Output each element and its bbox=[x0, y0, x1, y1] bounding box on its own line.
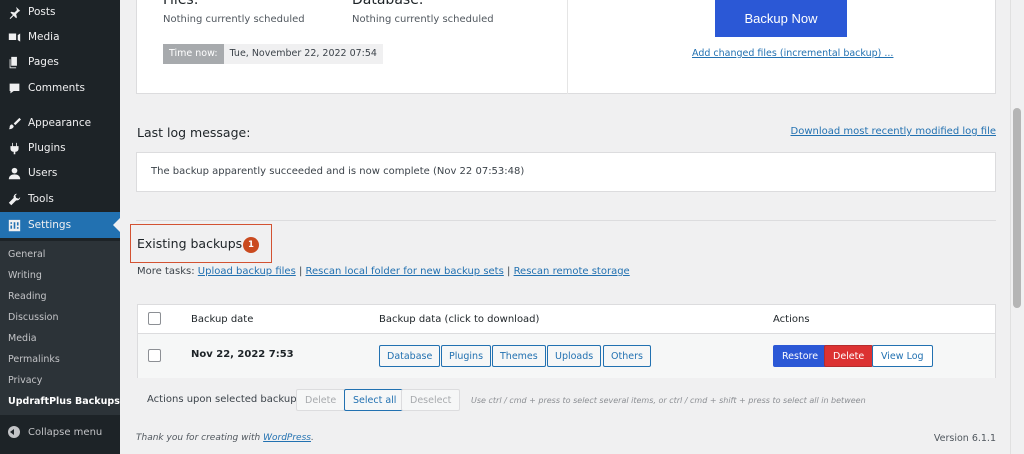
sidebar-item-label: Users bbox=[28, 167, 58, 179]
collapse-label: Collapse menu bbox=[28, 426, 103, 438]
scrollbar-thumb[interactable] bbox=[1013, 108, 1021, 308]
last-log-heading: Last log message: bbox=[137, 125, 251, 140]
wordpress-link[interactable]: WordPress bbox=[263, 433, 311, 443]
time-now: Time now: Tue, November 22, 2022 07:54 bbox=[163, 44, 383, 64]
database-heading: Database: bbox=[352, 0, 424, 8]
sidebar-item-plugins[interactable]: Plugins bbox=[0, 136, 120, 160]
restore-button[interactable]: Restore bbox=[773, 345, 828, 367]
footer-thanks-suffix: . bbox=[310, 433, 314, 443]
more-tasks: More tasks: Upload backup files | Rescan… bbox=[137, 266, 630, 277]
sidebar-item-settings[interactable]: Settings bbox=[0, 212, 120, 238]
selection-hint: Use ctrl / cmd + press to select several… bbox=[471, 396, 866, 405]
wrench-icon bbox=[6, 191, 22, 207]
plug-icon bbox=[6, 140, 22, 156]
brush-icon bbox=[6, 115, 22, 131]
sidebar-item-label: Media bbox=[28, 31, 60, 43]
existing-backups-highlight: Existing backups 1 bbox=[130, 224, 272, 263]
sidebar-item-label: Tools bbox=[28, 193, 54, 205]
sidebar-item-comments[interactable]: Comments bbox=[0, 76, 120, 100]
footer-thanks-prefix: Thank you for creating with bbox=[136, 433, 261, 443]
sidebar-item-label: Comments bbox=[28, 82, 85, 94]
submenu-general[interactable]: General bbox=[8, 249, 45, 260]
page-scrollbar[interactable] bbox=[1010, 0, 1024, 454]
sidebar-item-label: Posts bbox=[28, 6, 56, 18]
sidebar-item-posts[interactable]: Posts bbox=[0, 0, 120, 24]
download-others-button[interactable]: Others bbox=[603, 345, 651, 367]
wp-version: Version 6.1.1 bbox=[933, 433, 996, 444]
backup-now-button[interactable]: Backup Now bbox=[715, 0, 847, 37]
existing-backups-heading: Existing backups bbox=[137, 236, 243, 251]
schedule-card: Files: Nothing currently scheduled Datab… bbox=[136, 0, 996, 94]
rescan-local-link[interactable]: Rescan local folder for new backup sets bbox=[306, 266, 504, 277]
header-backup-data: Backup data (click to download) bbox=[379, 314, 540, 325]
table-row[interactable]: Nov 22, 2022 7:53 Database Plugins Theme… bbox=[138, 334, 995, 378]
settings-submenu: General Writing Reading Discussion Media… bbox=[0, 241, 120, 415]
separator: | bbox=[507, 266, 511, 277]
sidebar-item-media[interactable]: Media bbox=[0, 25, 120, 49]
settings-icon bbox=[6, 217, 22, 233]
log-message-box: The backup apparently succeeded and is n… bbox=[136, 152, 996, 192]
media-icon bbox=[6, 29, 22, 45]
download-database-button[interactable]: Database bbox=[379, 345, 441, 367]
sidebar-item-pages[interactable]: Pages bbox=[0, 50, 120, 74]
more-tasks-label: More tasks: bbox=[137, 266, 195, 277]
select-all-checkbox[interactable] bbox=[148, 312, 161, 325]
sidebar-item-label: Settings bbox=[28, 219, 72, 231]
row-checkbox[interactable] bbox=[148, 349, 161, 362]
collapse-icon bbox=[8, 426, 20, 438]
sidebar-item-label: Plugins bbox=[28, 142, 66, 154]
submenu-updraftplus[interactable]: UpdraftPlus Backups bbox=[8, 396, 120, 407]
time-now-value: Tue, November 22, 2022 07:54 bbox=[223, 44, 383, 64]
sidebar-item-tools[interactable]: Tools bbox=[0, 187, 120, 211]
section-divider bbox=[136, 220, 996, 221]
card-divider bbox=[567, 0, 568, 94]
submenu-privacy[interactable]: Privacy bbox=[8, 375, 42, 386]
download-log-link[interactable]: Download most recently modified log file bbox=[791, 126, 997, 137]
user-icon bbox=[6, 165, 22, 181]
rescan-remote-link[interactable]: Rescan remote storage bbox=[514, 266, 630, 277]
bulk-delete-button[interactable]: Delete bbox=[296, 389, 346, 411]
incremental-backup-link[interactable]: Add changed files (incremental backup) .… bbox=[692, 48, 893, 59]
files-heading: Files: bbox=[163, 0, 199, 8]
delete-button[interactable]: Delete bbox=[824, 345, 874, 367]
backups-table: Backup date Backup data (click to downlo… bbox=[137, 304, 996, 378]
admin-sidebar: Posts Media Pages Comments Appearance Pl… bbox=[0, 0, 120, 454]
download-uploads-button[interactable]: Uploads bbox=[547, 345, 602, 367]
comment-icon bbox=[6, 80, 22, 96]
collapse-menu-button[interactable]: Collapse menu bbox=[0, 420, 120, 444]
files-status: Nothing currently scheduled bbox=[163, 14, 305, 25]
bulk-actions-label: Actions upon selected backups bbox=[147, 394, 302, 405]
header-actions: Actions bbox=[773, 314, 810, 325]
submenu-media[interactable]: Media bbox=[8, 333, 37, 344]
database-status: Nothing currently scheduled bbox=[352, 14, 494, 25]
pin-icon bbox=[6, 4, 22, 20]
download-themes-button[interactable]: Themes bbox=[492, 345, 546, 367]
sidebar-item-appearance[interactable]: Appearance bbox=[0, 111, 120, 135]
download-plugins-button[interactable]: Plugins bbox=[441, 345, 492, 367]
submenu-discussion[interactable]: Discussion bbox=[8, 312, 59, 323]
log-message: The backup apparently succeeded and is n… bbox=[151, 166, 525, 177]
separator: | bbox=[298, 266, 303, 277]
submenu-writing[interactable]: Writing bbox=[8, 270, 42, 281]
sidebar-item-users[interactable]: Users bbox=[0, 161, 120, 185]
header-backup-date: Backup date bbox=[191, 314, 254, 325]
pages-icon bbox=[6, 54, 22, 70]
backup-date: Nov 22, 2022 7:53 bbox=[191, 349, 294, 360]
select-all-button[interactable]: Select all bbox=[344, 389, 406, 411]
sidebar-item-label: Appearance bbox=[28, 117, 92, 129]
sidebar-item-label: Pages bbox=[28, 56, 59, 68]
upload-backup-files-link[interactable]: Upload backup files bbox=[198, 266, 296, 277]
deselect-button[interactable]: Deselect bbox=[401, 389, 461, 411]
submenu-permalinks[interactable]: Permalinks bbox=[8, 354, 60, 365]
view-log-button[interactable]: View Log bbox=[872, 345, 933, 367]
submenu-reading[interactable]: Reading bbox=[8, 291, 47, 302]
backup-count-badge: 1 bbox=[243, 237, 259, 253]
time-now-label: Time now: bbox=[163, 44, 224, 64]
footer-thanks: Thank you for creating with WordPress. bbox=[136, 433, 314, 443]
table-header: Backup date Backup data (click to downlo… bbox=[138, 305, 995, 334]
